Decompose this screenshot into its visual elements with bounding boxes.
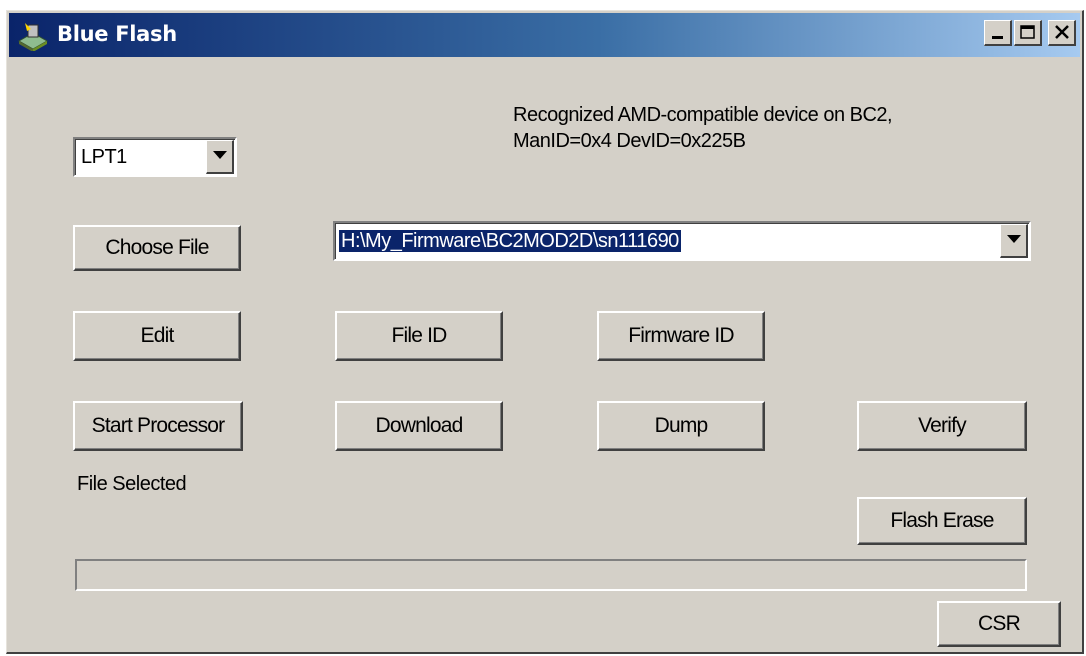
port-select-dropdown-button[interactable] (206, 140, 234, 174)
file-path-value: H:\My_Firmware\BC2MOD2D\sn111690 (339, 229, 681, 253)
port-select[interactable]: LPT1 (73, 137, 237, 177)
port-select-value: LPT1 (81, 146, 127, 168)
blue-flash-window: Blue Flash Recognized AMD-compatible dev… (6, 10, 1084, 654)
start-processor-button[interactable]: Start Processor (73, 401, 243, 451)
csr-button[interactable]: CSR (937, 601, 1061, 647)
close-icon (1055, 25, 1069, 39)
firmware-id-button[interactable]: Firmware ID (597, 311, 765, 361)
edit-button[interactable]: Edit (73, 311, 241, 361)
file-status-label: File Selected (77, 473, 187, 495)
close-button[interactable] (1048, 20, 1076, 46)
file-path-selected-text: H:\My_Firmware\BC2MOD2D\sn111690 (339, 230, 681, 252)
minimize-icon (992, 36, 1003, 39)
window-title: Blue Flash (57, 22, 177, 46)
chevron-down-icon (1007, 235, 1021, 243)
choose-file-button[interactable]: Choose File (73, 225, 241, 271)
title-bar[interactable]: Blue Flash (9, 13, 1080, 57)
chevron-down-icon (213, 151, 227, 159)
maximize-icon (1020, 25, 1035, 39)
file-id-button[interactable]: File ID (335, 311, 503, 361)
dump-button[interactable]: Dump (597, 401, 765, 451)
flash-erase-button[interactable]: Flash Erase (857, 497, 1027, 545)
download-button[interactable]: Download (335, 401, 503, 451)
verify-button[interactable]: Verify (857, 401, 1027, 451)
device-status-line1: Recognized AMD-compatible device on BC2, (513, 104, 893, 126)
progress-bar (75, 559, 1027, 591)
device-status-line2: ManID=0x4 DevID=0x225B (513, 130, 746, 152)
blue-flash-app-icon (17, 19, 49, 52)
file-path-combo[interactable]: H:\My_Firmware\BC2MOD2D\sn111690 (333, 221, 1031, 261)
maximize-button[interactable] (1014, 20, 1042, 46)
minimize-button[interactable] (984, 20, 1012, 46)
file-path-dropdown-button[interactable] (1000, 224, 1028, 258)
